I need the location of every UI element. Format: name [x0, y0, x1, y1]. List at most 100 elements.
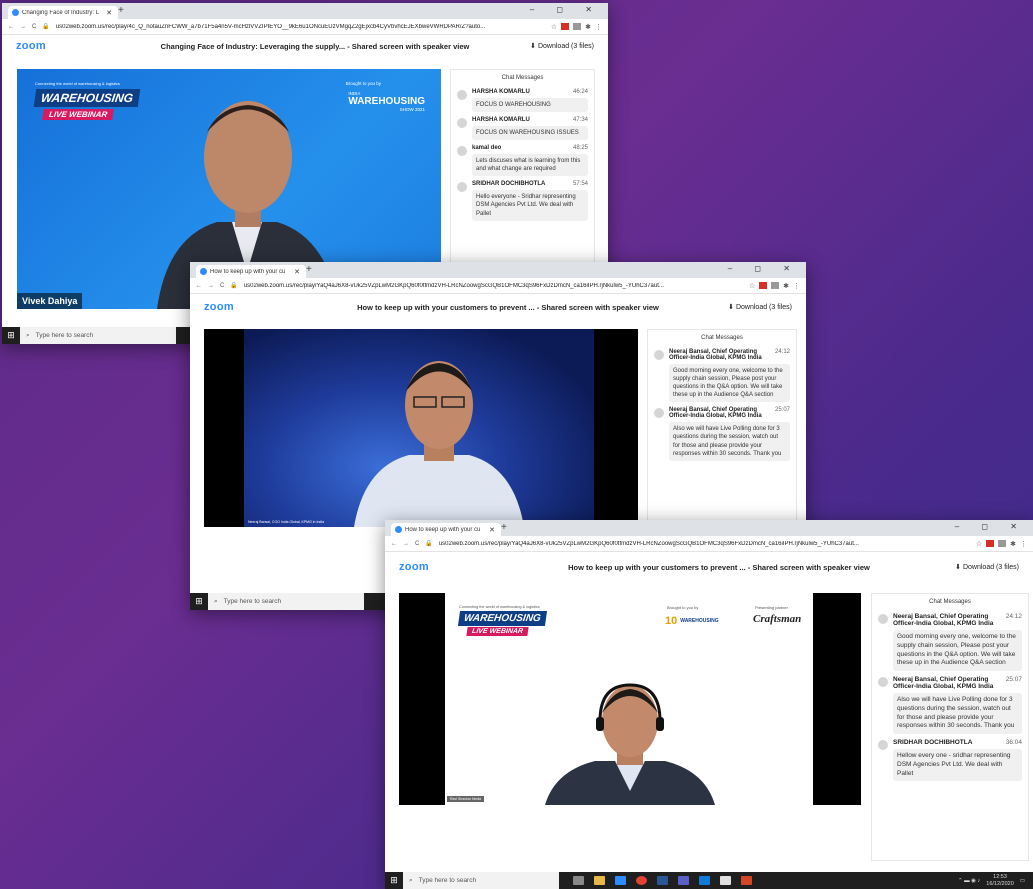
app-icon[interactable] [720, 876, 731, 885]
browser-window-3: How to keep up with your cu ✕ + – ◻ ✕ ← … [385, 520, 1033, 889]
live-webinar-banner: LIVE WEBINAR [42, 109, 115, 120]
speaker-caption: Neeraj Bansal, COO India Global, KPMG in… [248, 520, 325, 524]
search-placeholder: Type here to search [35, 332, 94, 339]
chat-message: Neeraj Bansal, Chief Operating Officer-I… [648, 349, 796, 403]
tab-title: How to keep up with your cu [405, 526, 481, 533]
close-tab-icon[interactable]: ✕ [294, 268, 300, 276]
chrome-icon[interactable] [636, 876, 647, 885]
logo-main: WAREHOUSING [348, 96, 425, 107]
zoom-logo[interactable]: zoom [204, 301, 334, 313]
puzzle-icon[interactable]: ✱ [585, 23, 591, 31]
tray-icons[interactable]: ⌃ ▬ ◉ ♪ [958, 878, 980, 884]
taskbar: ⊞ ⌕ Type here to search ⌃ ▬ ◉ ♪ 12:53 16/… [385, 872, 1033, 889]
url-field[interactable]: us02web.zoom.us/rec/play/YaQ4aJ6X8-vUk25… [439, 541, 970, 547]
menu-dots-icon[interactable]: ⋮ [1020, 540, 1027, 548]
back-icon[interactable]: ← [8, 24, 14, 30]
extension-icon[interactable] [573, 22, 582, 30]
extension-icons: ☆ ✱ ⋮ [976, 539, 1027, 548]
extension-icon[interactable] [986, 539, 995, 547]
file-explorer-icon[interactable] [594, 876, 605, 885]
forward-icon[interactable]: → [403, 541, 409, 547]
task-view-icon[interactable] [573, 876, 584, 885]
lock-icon: 🔒 [42, 24, 50, 30]
new-tab-icon[interactable]: + [501, 522, 507, 533]
star-icon[interactable]: ☆ [551, 23, 557, 31]
sender-name: SRIDHAR DOCHIBHOTLA [893, 739, 973, 747]
powerpoint-icon[interactable] [741, 876, 752, 885]
word-icon[interactable] [657, 876, 668, 885]
teams-icon[interactable] [678, 876, 689, 885]
back-icon[interactable]: ← [391, 541, 397, 547]
zoom-favicon-icon [200, 268, 207, 275]
download-button[interactable]: ⬇ Download (3 files) [909, 563, 1019, 571]
windows-start-icon[interactable]: ⊞ [385, 872, 403, 889]
address-bar: ← → C 🔒 us02web.zoom.us/rec/play/YaQ4aJ6… [190, 278, 806, 294]
browser-tab[interactable]: Changing Face of Industry: L ✕ [8, 6, 118, 19]
reload-icon[interactable]: C [415, 541, 419, 547]
extension-icon[interactable] [561, 22, 570, 30]
video-player[interactable]: Connecting the world of warehousing & lo… [399, 593, 861, 805]
message-text: Good morning every one, welcome to the s… [893, 630, 1022, 672]
close-tab-icon[interactable]: ✕ [489, 526, 495, 534]
download-button[interactable]: ⬇ Download (3 files) [682, 303, 792, 311]
forward-icon[interactable]: → [20, 24, 26, 30]
craftsman-logo: Craftsman [753, 613, 802, 625]
message-text: Good morning every one, welcome to the s… [669, 364, 790, 403]
back-icon[interactable]: ← [196, 283, 202, 289]
download-button[interactable]: ⬇ Download (3 files) [484, 42, 594, 50]
logo-ten: 10 [665, 615, 678, 627]
puzzle-icon[interactable]: ✱ [783, 282, 789, 290]
chat-panel[interactable]: Chat Messages Neeraj Bansal, Chief Opera… [647, 329, 797, 526]
avatar-icon [878, 740, 888, 751]
extension-icon[interactable] [998, 539, 1007, 547]
new-tab-icon[interactable]: + [118, 5, 124, 16]
menu-dots-icon[interactable]: ⋮ [793, 282, 800, 290]
chat-message: HARSHA KOMARLU 47:34 FOCUS ON WAREHOUSING… [451, 117, 594, 141]
chat-panel[interactable]: Chat Messages Neeraj Bansal, Chief Opera… [871, 593, 1029, 861]
zoom-logo[interactable]: zoom [399, 561, 529, 573]
video-player[interactable]: Neeraj Bansal, COO India Global, KPMG in… [204, 329, 638, 527]
zoom-logo[interactable]: zoom [16, 40, 146, 52]
url-field[interactable]: us02web.zoom.us/rec/play/YaQ4aJ6X8-vUk25… [244, 283, 743, 289]
browser-tab[interactable]: How to keep up with your cu ✕ [391, 523, 501, 536]
browser-tab[interactable]: How to keep up with your cu ✕ [196, 265, 306, 278]
sender-name: Neeraj Bansal, Chief Operating Officer-I… [669, 407, 762, 420]
window-controls[interactable]: – ◻ ✕ [728, 264, 800, 273]
message-text: Lets discuses what is learning from this… [472, 154, 588, 177]
search-icon: ⌕ [214, 597, 218, 605]
chat-message: kamal deo 48:25 Lets discuses what is lea… [451, 145, 594, 177]
system-clock[interactable]: 12:53 16/12/2020 [986, 874, 1014, 886]
windows-start-icon[interactable]: ⊞ [2, 327, 20, 344]
zoom-header: zoom How to keep up with your customers … [385, 552, 1033, 582]
outlook-icon[interactable] [699, 876, 710, 885]
message-time: 57:54 [572, 181, 588, 188]
search-icon: ⌕ [409, 876, 413, 884]
zoom-favicon-icon [12, 9, 19, 16]
sender-name: SRIDHAR DOCHIBHOTLA [472, 181, 546, 188]
window-controls[interactable]: – ◻ ✕ [530, 5, 602, 14]
message-text: Hello everyone - Sridhar representing DS… [472, 190, 588, 221]
extension-icon[interactable] [759, 281, 768, 289]
window-controls[interactable]: – ◻ ✕ [955, 522, 1027, 531]
extension-icons: ☆ ✱ ⋮ [749, 281, 800, 290]
chat-header: Chat Messages [501, 75, 544, 81]
taskbar-search[interactable]: ⌕ Type here to search [20, 327, 176, 344]
star-icon[interactable]: ☆ [749, 282, 755, 290]
notifications-icon[interactable]: ▭ [1020, 878, 1025, 884]
taskbar-search[interactable]: ⌕ Type here to search [208, 593, 364, 610]
reload-icon[interactable]: C [220, 283, 224, 289]
new-tab-icon[interactable]: + [306, 264, 312, 275]
taskbar-search[interactable]: ⌕ Type here to search [403, 872, 559, 889]
menu-dots-icon[interactable]: ⋮ [595, 23, 602, 31]
puzzle-icon[interactable]: ✱ [1010, 540, 1016, 548]
windows-start-icon[interactable]: ⊞ [190, 593, 208, 610]
url-field[interactable]: us02web.zoom.us/rec/play/4c_Q_notauZriFC… [56, 24, 545, 30]
close-tab-icon[interactable]: ✕ [106, 9, 112, 17]
star-icon[interactable]: ☆ [976, 540, 982, 548]
extension-icon[interactable] [771, 281, 780, 289]
zoom-app-icon[interactable] [615, 876, 626, 885]
sender-name: kamal deo [472, 145, 502, 152]
system-tray: ⌃ ▬ ◉ ♪ 12:53 16/12/2020 ▭ [958, 874, 1025, 886]
reload-icon[interactable]: C [32, 24, 36, 30]
forward-icon[interactable]: → [208, 283, 214, 289]
